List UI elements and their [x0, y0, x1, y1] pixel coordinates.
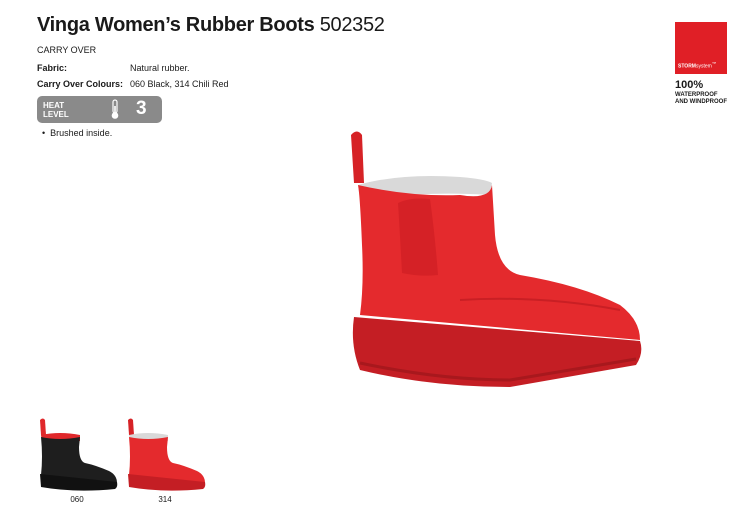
- thermometer-icon: [111, 99, 119, 119]
- feature-item: Brushed inside.: [42, 128, 112, 138]
- heat-level-badge: HEAT LEVEL 3: [37, 96, 162, 123]
- heat-label-line2: LEVEL: [43, 110, 69, 119]
- product-name: Vinga Women’s Rubber Boots: [37, 14, 315, 36]
- spec-row-fabric: Fabric: Natural rubber.: [37, 60, 229, 76]
- spec-row-colours: Carry Over Colours: 060 Black, 314 Chili…: [37, 76, 229, 92]
- badge-line2: AND WINDPROOF: [675, 99, 727, 105]
- spec-value: Natural rubber.: [130, 63, 190, 73]
- badge-trademark: ™: [711, 61, 716, 67]
- boot-thumb-314[interactable]: [123, 417, 208, 492]
- carry-over-label: CARRY OVER: [37, 45, 97, 55]
- waterproof-percent: 100%: [675, 79, 704, 91]
- storm-system-logo: STORMsystem™: [675, 22, 727, 74]
- spec-value: 060 Black, 314 Chili Red: [130, 79, 229, 89]
- product-title: Vinga Women’s Rubber Boots 502352: [37, 14, 385, 37]
- spec-label: Carry Over Colours:: [37, 79, 124, 89]
- swatch-code-060: 060: [70, 495, 84, 504]
- feature-list: Brushed inside.: [42, 128, 112, 138]
- badge-brand-rest: system: [695, 64, 712, 70]
- boot-thumb-060[interactable]: [35, 417, 120, 492]
- heat-level-label: HEAT LEVEL: [43, 101, 69, 119]
- waterproof-description: WATERPROOF AND WINDPROOF: [675, 92, 735, 106]
- heat-level-value: 3: [136, 98, 147, 119]
- spec-table: Fabric: Natural rubber. Carry Over Colou…: [37, 60, 229, 92]
- boot-product-image: [351, 131, 642, 387]
- badge-brand-bold: STORM: [678, 64, 696, 70]
- spec-label: Fabric:: [37, 63, 68, 73]
- badge-line1: WATERPROOF: [675, 92, 718, 98]
- storm-system-text: STORMsystem™: [678, 61, 716, 70]
- swatch-code-314: 314: [158, 495, 172, 504]
- heat-label-line1: HEAT: [43, 101, 65, 110]
- product-code: 502352: [319, 14, 385, 36]
